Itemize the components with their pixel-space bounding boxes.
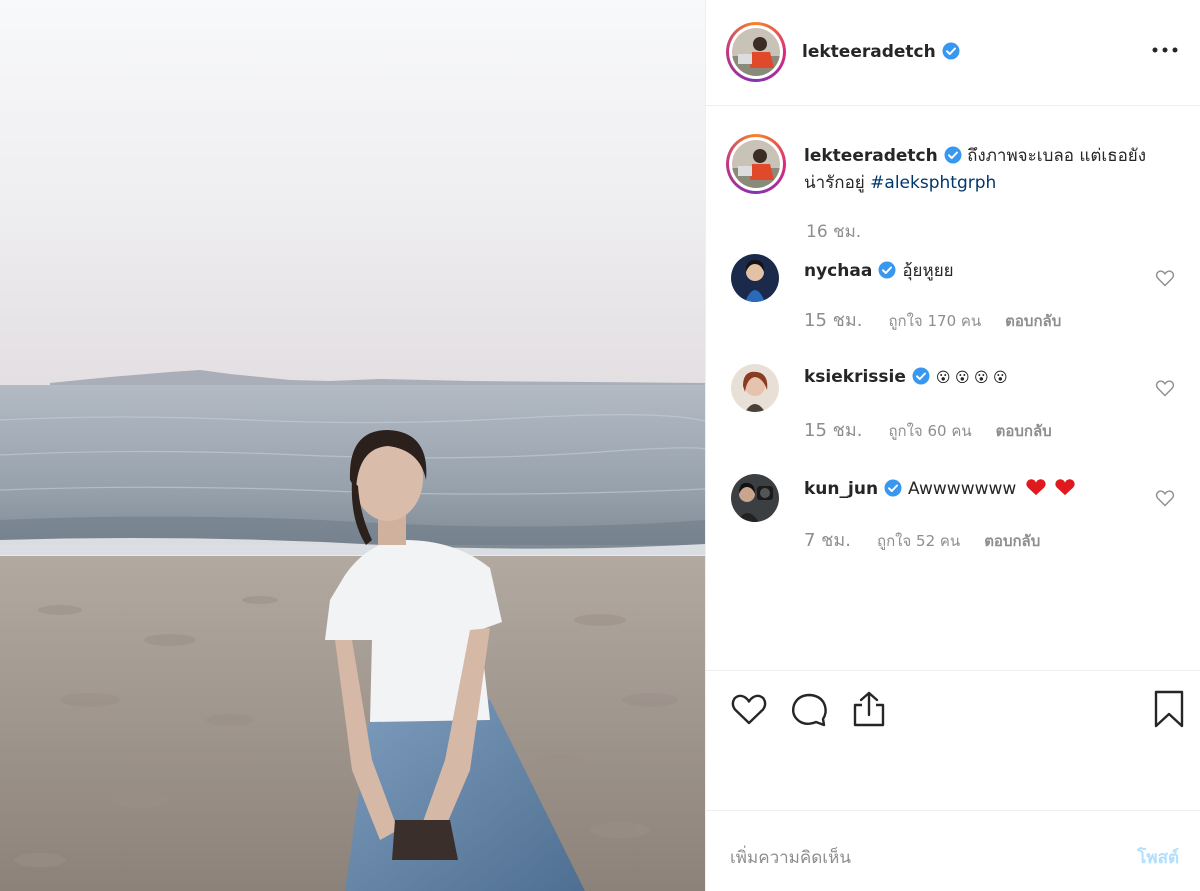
author-username-text[interactable]: lekteeradetch — [802, 42, 936, 62]
comment-like-heart-icon[interactable] — [1155, 488, 1175, 508]
comment-meta: 7 ชม. ถูกใจ 52 คน ตอบกลับ — [804, 525, 1040, 554]
comment-nychaa: nychaa อุ้ยหูยย — [804, 257, 954, 284]
add-comment-bar: เพิ่มความคิดเห็น โพสต์ — [706, 810, 1200, 891]
comment-like-heart-icon[interactable] — [1155, 268, 1175, 288]
author-username[interactable]: lekteeradetch — [802, 42, 960, 62]
reply-button[interactable]: ตอบกลับ — [1005, 312, 1061, 330]
comment-like-heart-icon[interactable] — [1155, 378, 1175, 398]
add-comment-input[interactable]: เพิ่มความคิดเห็น — [730, 844, 851, 871]
caption-username[interactable]: lekteeradetch — [804, 146, 938, 166]
ellipsis-icon — [1152, 47, 1178, 53]
comment-text: 😮 😮 😮 😮 — [935, 370, 1008, 386]
caption-hashtag-link[interactable]: #aleksphtgrph — [870, 173, 996, 193]
comments-list: lekteeradetch ถึงภาพจะเบลอ แต่เธอยังน่าร… — [706, 107, 1200, 670]
comment-username[interactable]: kun_jun — [804, 479, 878, 499]
comment-username[interactable]: nychaa — [804, 261, 872, 281]
comment-timestamp[interactable]: 15 ชม. — [804, 420, 862, 441]
author-avatar[interactable] — [726, 22, 786, 82]
verified-badge-icon — [944, 146, 962, 164]
share-icon[interactable] — [849, 689, 889, 729]
comment-likes[interactable]: ถูกใจ 170 คน — [888, 312, 981, 330]
comment-timestamp[interactable]: 7 ชม. — [804, 530, 851, 551]
comment-bubble-icon[interactable] — [789, 689, 829, 729]
commenter-avatar-kun-jun[interactable] — [731, 474, 779, 522]
commenter-avatar-ksiekrissie[interactable] — [731, 364, 779, 412]
comment-likes[interactable]: ถูกใจ 52 คน — [877, 532, 960, 550]
caption-timestamp[interactable]: 16 ชม. — [806, 218, 861, 245]
post-action-bar — [706, 670, 1200, 810]
reply-button[interactable]: ตอบกลับ — [996, 422, 1052, 440]
comment-text: Awwwwwww — [908, 479, 1017, 499]
comment-meta: 15 ชม. ถูกใจ 170 คน ตอบกลับ — [804, 305, 1061, 334]
reply-button[interactable]: ตอบกลับ — [984, 532, 1040, 550]
comment-likes[interactable]: ถูกใจ 60 คน — [888, 422, 971, 440]
more-options-button[interactable] — [1151, 38, 1179, 66]
red-heart-emoji-icon — [1055, 479, 1075, 496]
commenter-avatar-nychaa[interactable] — [731, 254, 779, 302]
post-photo[interactable] — [0, 0, 705, 891]
red-heart-emoji-icon — [1026, 479, 1046, 496]
bookmark-icon[interactable] — [1149, 689, 1189, 729]
post-caption: lekteeradetch ถึงภาพจะเบลอ แต่เธอยังน่าร… — [804, 143, 1164, 197]
heart-icon[interactable] — [729, 689, 769, 729]
post-details-panel: lekteeradetch lekteeradetch ถึงภาพจะเบลอ… — [705, 0, 1200, 891]
comment-username[interactable]: ksiekrissie — [804, 367, 906, 387]
verified-badge-icon — [884, 479, 902, 497]
verified-badge-icon — [912, 367, 930, 385]
verified-badge-icon — [942, 42, 960, 60]
beach-photo-image — [0, 0, 705, 891]
comment-timestamp[interactable]: 15 ชม. — [804, 310, 862, 331]
comment-text: อุ้ยหูยย — [902, 261, 954, 281]
comment-ksiekrissie: ksiekrissie 😮 😮 😮 😮 — [804, 367, 1008, 387]
post-comment-button[interactable]: โพสต์ — [1137, 844, 1179, 871]
comment-kun-jun: kun_jun Awwwwwww — [804, 477, 1077, 499]
verified-badge-icon — [878, 261, 896, 279]
post-header: lekteeradetch — [706, 0, 1200, 106]
caption-author-avatar[interactable] — [726, 134, 786, 194]
comment-meta: 15 ชม. ถูกใจ 60 คน ตอบกลับ — [804, 415, 1052, 444]
